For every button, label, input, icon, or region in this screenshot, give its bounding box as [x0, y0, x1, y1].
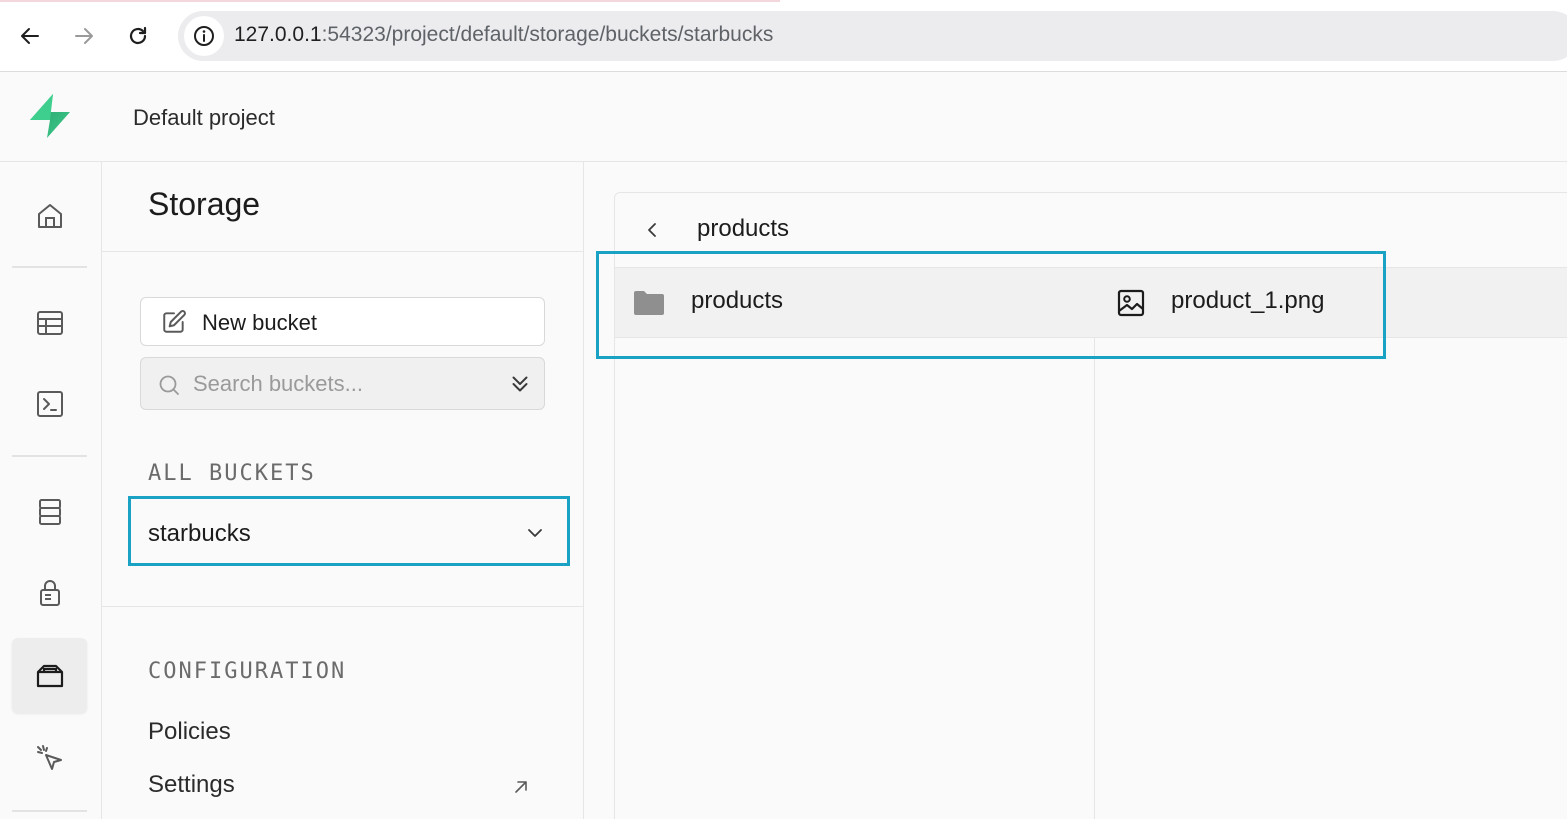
app-header: Default project	[0, 72, 1567, 162]
chevrons-down-icon[interactable]	[507, 371, 533, 397]
policies-link[interactable]: Policies	[148, 718, 231, 746]
rail-database[interactable]	[12, 474, 87, 549]
table-editor-icon	[36, 310, 63, 335]
folder-icon	[634, 291, 664, 315]
edit-icon	[163, 310, 186, 333]
explorer-column: products	[615, 268, 1095, 819]
arrow-left-icon	[21, 28, 39, 44]
file-name: product_1.png	[1171, 287, 1325, 314]
menu-divider	[102, 606, 583, 607]
image-file-icon	[1117, 289, 1145, 317]
database-icon	[38, 498, 61, 525]
rail-storage[interactable]	[12, 638, 87, 713]
menu-title: Storage	[148, 186, 261, 222]
address-bar[interactable]: 127.0.0.1:54323/project/default/storage/…	[178, 11, 1567, 61]
browser-toolbar: 127.0.0.1:54323/project/default/storage/…	[0, 0, 1567, 72]
external-link-icon	[515, 781, 527, 793]
supabase-logo-icon[interactable]	[26, 92, 74, 140]
rail-auth[interactable]	[12, 555, 87, 630]
all-buckets-heading: ALL BUCKETS	[148, 461, 316, 486]
rail-advisors[interactable]	[12, 721, 87, 796]
icon-rail	[0, 162, 102, 819]
search-icon	[159, 375, 179, 395]
settings-link[interactable]: Settings	[148, 771, 235, 799]
rail-home[interactable]	[12, 178, 87, 253]
search-buckets-input[interactable]	[193, 368, 493, 400]
auth-icon	[39, 579, 60, 606]
reload-button[interactable]	[120, 18, 156, 54]
bucket-name: starbucks	[148, 520, 251, 547]
sql-editor-icon	[36, 390, 63, 417]
folder-row-products[interactable]: products	[615, 268, 1095, 338]
reload-icon	[129, 26, 147, 45]
explorer-header: products	[615, 193, 1567, 268]
tab-strip-accent	[0, 0, 780, 2]
forward-button[interactable]	[66, 18, 102, 54]
rail-divider	[12, 455, 87, 457]
app-root: 127.0.0.1:54323/project/default/storage/…	[0, 0, 1567, 819]
url-path: :54323/project/default/storage/buckets/s…	[321, 23, 774, 46]
arrow-right-icon	[75, 28, 93, 44]
storage-icon	[36, 664, 63, 687]
back-button[interactable]	[12, 18, 48, 54]
bucket-item-starbucks[interactable]: starbucks	[128, 496, 570, 566]
menu-divider	[102, 251, 583, 252]
new-bucket-button[interactable]: New bucket	[140, 297, 545, 346]
rail-divider	[12, 266, 87, 268]
explorer-column: product_1.png	[1095, 268, 1567, 819]
search-buckets-field[interactable]	[140, 357, 545, 410]
storage-menu: Storage New bucket ALL BUCKETS starbucks…	[102, 162, 584, 819]
info-icon	[194, 26, 214, 46]
home-icon	[37, 203, 62, 228]
chevron-left-icon[interactable]	[641, 219, 663, 241]
url-host: 127.0.0.1	[234, 23, 322, 46]
rail-divider	[12, 810, 87, 812]
file-explorer: products products product_1.png	[614, 192, 1567, 819]
advisors-icon	[36, 744, 62, 770]
file-row-product-1[interactable]: product_1.png	[1095, 268, 1567, 338]
site-info-button[interactable]	[184, 16, 224, 56]
new-bucket-label: New bucket	[202, 310, 317, 335]
url-text: 127.0.0.1:54323/project/default/storage/…	[234, 23, 773, 47]
explorer-path-title: products	[697, 215, 790, 242]
rail-table-editor[interactable]	[12, 285, 87, 360]
folder-name: products	[691, 287, 784, 314]
rail-sql-editor[interactable]	[12, 366, 87, 441]
configuration-heading: CONFIGURATION	[148, 659, 347, 684]
project-name[interactable]: Default project	[133, 105, 275, 131]
chevron-down-icon[interactable]	[525, 523, 545, 543]
